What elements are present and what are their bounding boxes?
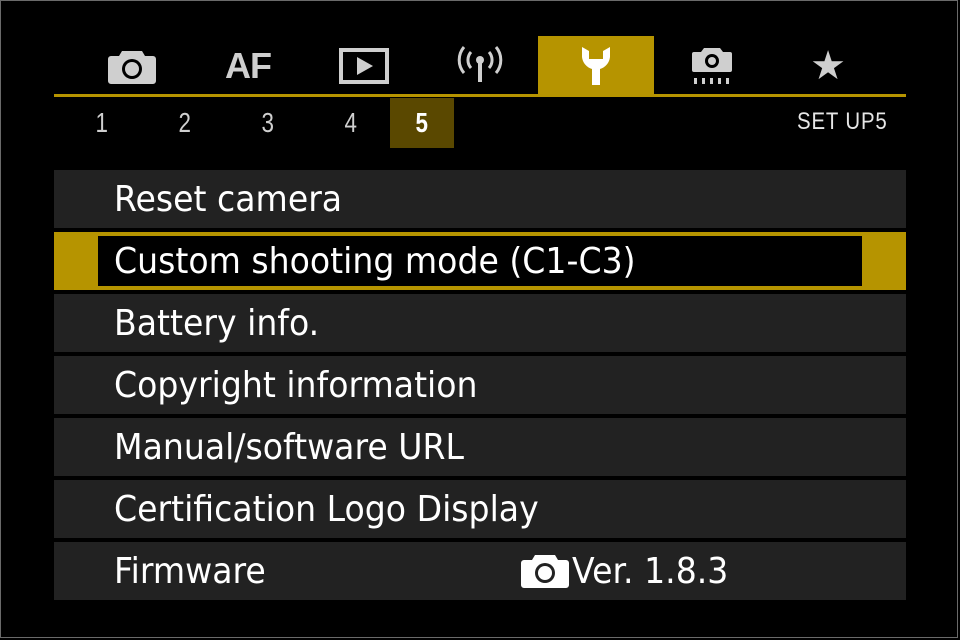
page-number: 5 bbox=[415, 107, 429, 138]
setup-menu-list: Reset camera Custom shooting mode (C1-C3… bbox=[54, 170, 906, 604]
page-2[interactable]: 2 bbox=[143, 98, 226, 148]
menu-item-label: Firmware bbox=[114, 550, 266, 592]
selection-cursor: Custom shooting mode (C1-C3) bbox=[98, 236, 862, 286]
menu-item-label: Battery info. bbox=[114, 302, 320, 344]
page-3[interactable]: 3 bbox=[226, 98, 309, 148]
menu-item-copyright-information[interactable]: Copyright information bbox=[54, 356, 906, 414]
page-label: SET UP5 bbox=[797, 108, 888, 135]
wrench-icon bbox=[582, 47, 610, 85]
tab-my-menu[interactable]: ★ bbox=[770, 36, 886, 96]
play-icon bbox=[339, 48, 389, 84]
camera-icon bbox=[521, 555, 569, 588]
menu-item-label: Custom shooting mode (C1-C3) bbox=[114, 240, 636, 282]
menu-item-label: Copyright information bbox=[114, 364, 478, 406]
tab-af[interactable]: AF bbox=[190, 36, 306, 96]
page-number: 1 bbox=[95, 107, 108, 138]
menu-item-reset-camera[interactable]: Reset camera bbox=[54, 170, 906, 228]
page-number: 2 bbox=[178, 107, 191, 138]
menu-item-label: Manual/software URL bbox=[114, 426, 464, 468]
page-5[interactable]: 5 bbox=[390, 98, 454, 148]
tab-underline bbox=[54, 94, 906, 97]
camera-icon bbox=[108, 51, 156, 84]
star-icon: ★ bbox=[810, 43, 846, 89]
page-number: 3 bbox=[261, 107, 274, 138]
page-1[interactable]: 1 bbox=[60, 98, 143, 148]
menu-item-firmware[interactable]: Firmware Ver. 1.8.3 bbox=[54, 542, 906, 600]
tab-custom-functions[interactable] bbox=[654, 36, 770, 96]
menu-item-label: Reset camera bbox=[114, 178, 343, 220]
page-4[interactable]: 4 bbox=[309, 98, 392, 148]
camera-custom-icon bbox=[692, 48, 732, 84]
wireless-icon bbox=[457, 46, 503, 82]
firmware-version-value: Ver. 1.8.3 bbox=[572, 550, 729, 592]
menu-tab-bar: AF ★ bbox=[74, 36, 886, 96]
tab-shooting[interactable] bbox=[74, 36, 190, 96]
tab-wireless[interactable] bbox=[422, 36, 538, 96]
menu-item-manual-software-url[interactable]: Manual/software URL bbox=[54, 418, 906, 476]
page-number: 4 bbox=[344, 107, 357, 138]
tab-playback[interactable] bbox=[306, 36, 422, 96]
tab-setup[interactable] bbox=[538, 36, 654, 96]
page-selector: 1 2 3 4 5 bbox=[60, 98, 475, 148]
firmware-version: Ver. 1.8.3 bbox=[520, 542, 742, 600]
menu-item-label: Certification Logo Display bbox=[114, 488, 539, 530]
menu-item-custom-shooting-mode[interactable]: Custom shooting mode (C1-C3) bbox=[54, 232, 906, 290]
tab-af-label: AF bbox=[225, 45, 272, 86]
menu-item-certification-logo-display[interactable]: Certification Logo Display bbox=[54, 480, 906, 538]
menu-item-battery-info[interactable]: Battery info. bbox=[54, 294, 906, 352]
